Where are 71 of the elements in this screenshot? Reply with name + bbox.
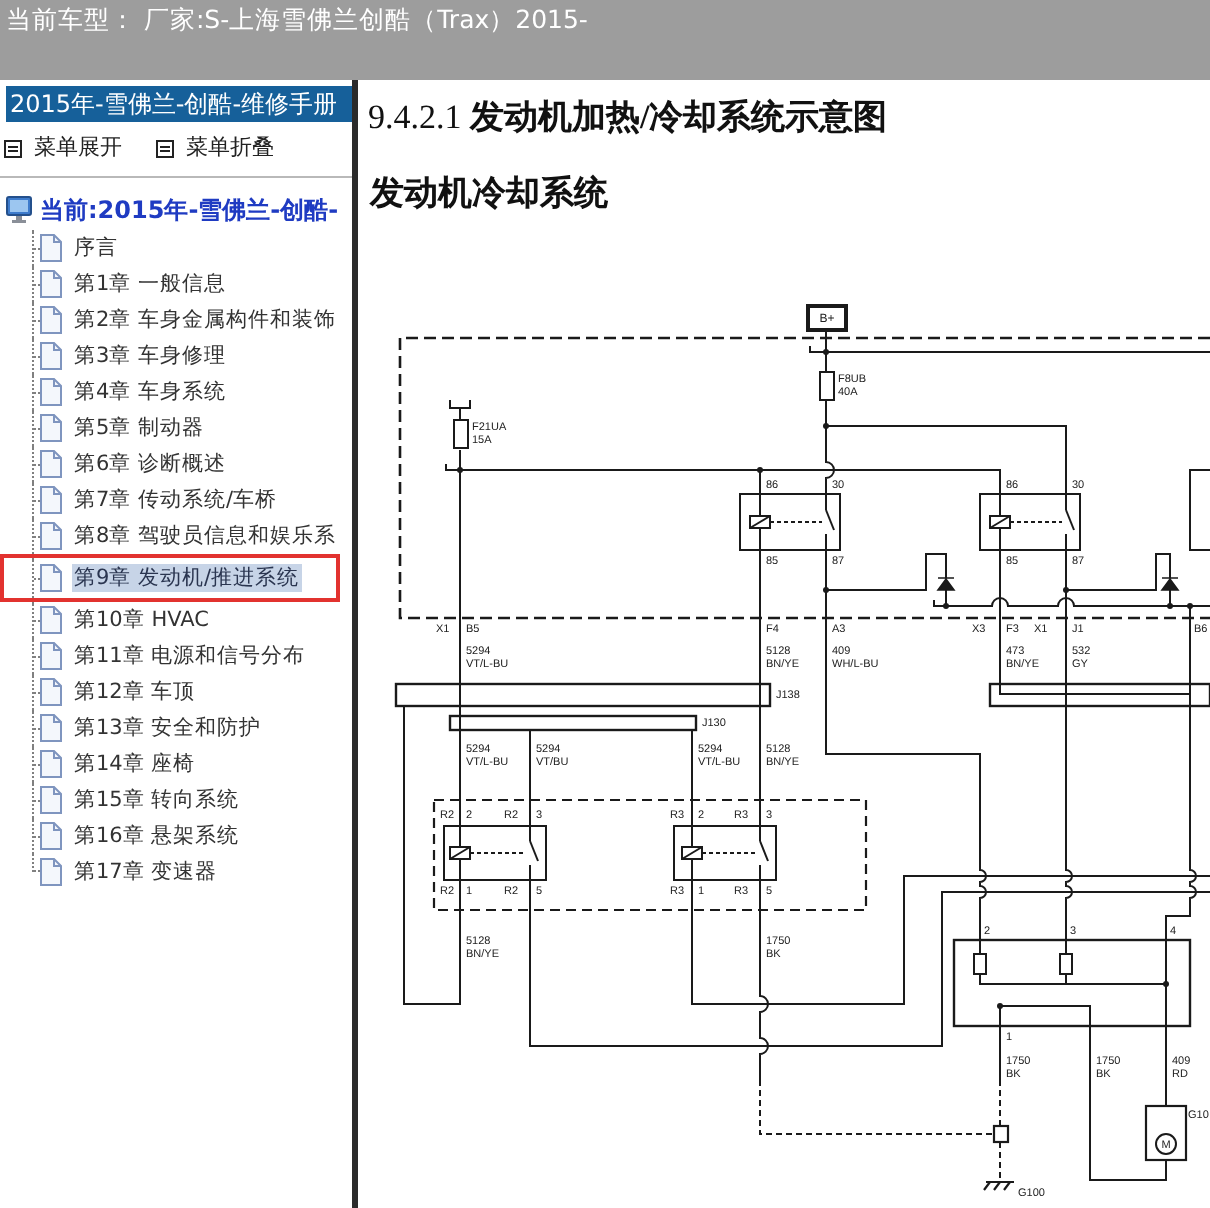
document-icon bbox=[40, 234, 62, 262]
computer-icon bbox=[6, 196, 32, 224]
relay-symbol bbox=[739, 493, 841, 551]
list-icon bbox=[4, 139, 22, 157]
terminal-square bbox=[992, 1124, 1010, 1144]
junction-dot bbox=[823, 587, 829, 593]
junction-dot bbox=[823, 349, 829, 355]
junction-dot bbox=[997, 1003, 1003, 1009]
document-icon bbox=[40, 822, 62, 850]
document-icon bbox=[40, 522, 62, 550]
junction-dot bbox=[1167, 603, 1173, 609]
document-icon bbox=[40, 342, 62, 370]
section-heading: 9.4.2.1 发动机加热/冷却系统示意图 bbox=[368, 96, 890, 140]
document-icon bbox=[40, 786, 62, 814]
document-icon bbox=[40, 414, 62, 442]
ground-symbol bbox=[982, 1180, 1016, 1192]
document-icon bbox=[40, 486, 62, 514]
document-icon bbox=[40, 270, 62, 298]
junction-dot bbox=[1163, 981, 1169, 987]
relay-symbol bbox=[673, 825, 777, 881]
resistor-symbol bbox=[973, 953, 987, 975]
document-icon bbox=[40, 450, 62, 478]
tree-root-label[interactable]: 当前:2015年-雪佛兰-创酷- bbox=[40, 194, 339, 226]
wire-line bbox=[449, 399, 471, 421]
junction-dot bbox=[823, 423, 829, 429]
tree-item[interactable]: 第3章 车身修理 bbox=[72, 342, 229, 370]
manual-title-bar: 2015年-雪佛兰-创酷-维修手册 bbox=[6, 86, 352, 122]
junction-dot bbox=[457, 467, 463, 473]
tree-item[interactable]: 第17章 变速器 bbox=[72, 858, 220, 886]
relay-symbol bbox=[979, 493, 1081, 551]
document-icon bbox=[40, 378, 62, 406]
tree-item[interactable]: 第15章 转向系统 bbox=[72, 786, 242, 814]
document-icon bbox=[40, 858, 62, 886]
fuse-symbol bbox=[453, 419, 469, 449]
document-icon bbox=[40, 714, 62, 742]
menu-action-link[interactable]: 菜单折叠 bbox=[156, 130, 274, 166]
vehicle-title: 当前车型： 厂家:S-上海雪佛兰创酷（Trax）2015- bbox=[4, 2, 588, 38]
junction-dot bbox=[943, 603, 949, 609]
tree-item[interactable]: 第16章 悬架系统 bbox=[72, 822, 242, 850]
junction-dot bbox=[757, 467, 763, 473]
junction-dot bbox=[1187, 603, 1193, 609]
tree-item[interactable]: 第10章 HVAC bbox=[72, 606, 211, 634]
relay-symbol bbox=[1189, 469, 1210, 551]
resistor-symbol bbox=[1059, 953, 1073, 975]
document-icon bbox=[40, 306, 62, 334]
relay-symbol bbox=[443, 825, 547, 881]
document-icon bbox=[40, 750, 62, 778]
tree-item[interactable]: 第12章 车顶 bbox=[72, 678, 198, 706]
section-subheading: 发动机冷却系统 bbox=[370, 172, 610, 216]
junction-dot bbox=[1063, 587, 1069, 593]
diode-symbol bbox=[1161, 577, 1180, 591]
tree-item[interactable]: 序言 bbox=[72, 234, 120, 262]
tree-item[interactable]: 第7章 传动系统/车桥 bbox=[72, 486, 280, 514]
menu-action-link[interactable]: 菜单展开 bbox=[4, 130, 156, 166]
tree-item[interactable]: 第13章 安全和防护 bbox=[72, 714, 264, 742]
tree-item[interactable]: 第11章 电源和信号分布 bbox=[72, 642, 308, 670]
document-icon bbox=[40, 606, 62, 634]
tree-item[interactable]: 第6章 诊断概述 bbox=[72, 450, 229, 478]
tree-item[interactable]: 第9章 发动机/推进系统 bbox=[72, 564, 302, 592]
tree-item[interactable]: 第5章 制动器 bbox=[72, 414, 207, 442]
list-icon bbox=[156, 139, 174, 157]
tree-item[interactable]: 第2章 车身金属构件和装饰 bbox=[72, 306, 339, 334]
tree-item[interactable]: 第4章 车身系统 bbox=[72, 378, 229, 406]
document-icon bbox=[40, 678, 62, 706]
tree-item[interactable]: 第14章 座椅 bbox=[72, 750, 198, 778]
tree-item[interactable]: 第8章 驾驶员信息和娱乐系 bbox=[72, 522, 339, 550]
document-icon bbox=[40, 564, 62, 592]
document-icon bbox=[40, 642, 62, 670]
tree-item[interactable]: 第1章 一般信息 bbox=[72, 270, 229, 298]
fuse-symbol bbox=[819, 371, 835, 401]
diode-symbol bbox=[937, 577, 956, 591]
